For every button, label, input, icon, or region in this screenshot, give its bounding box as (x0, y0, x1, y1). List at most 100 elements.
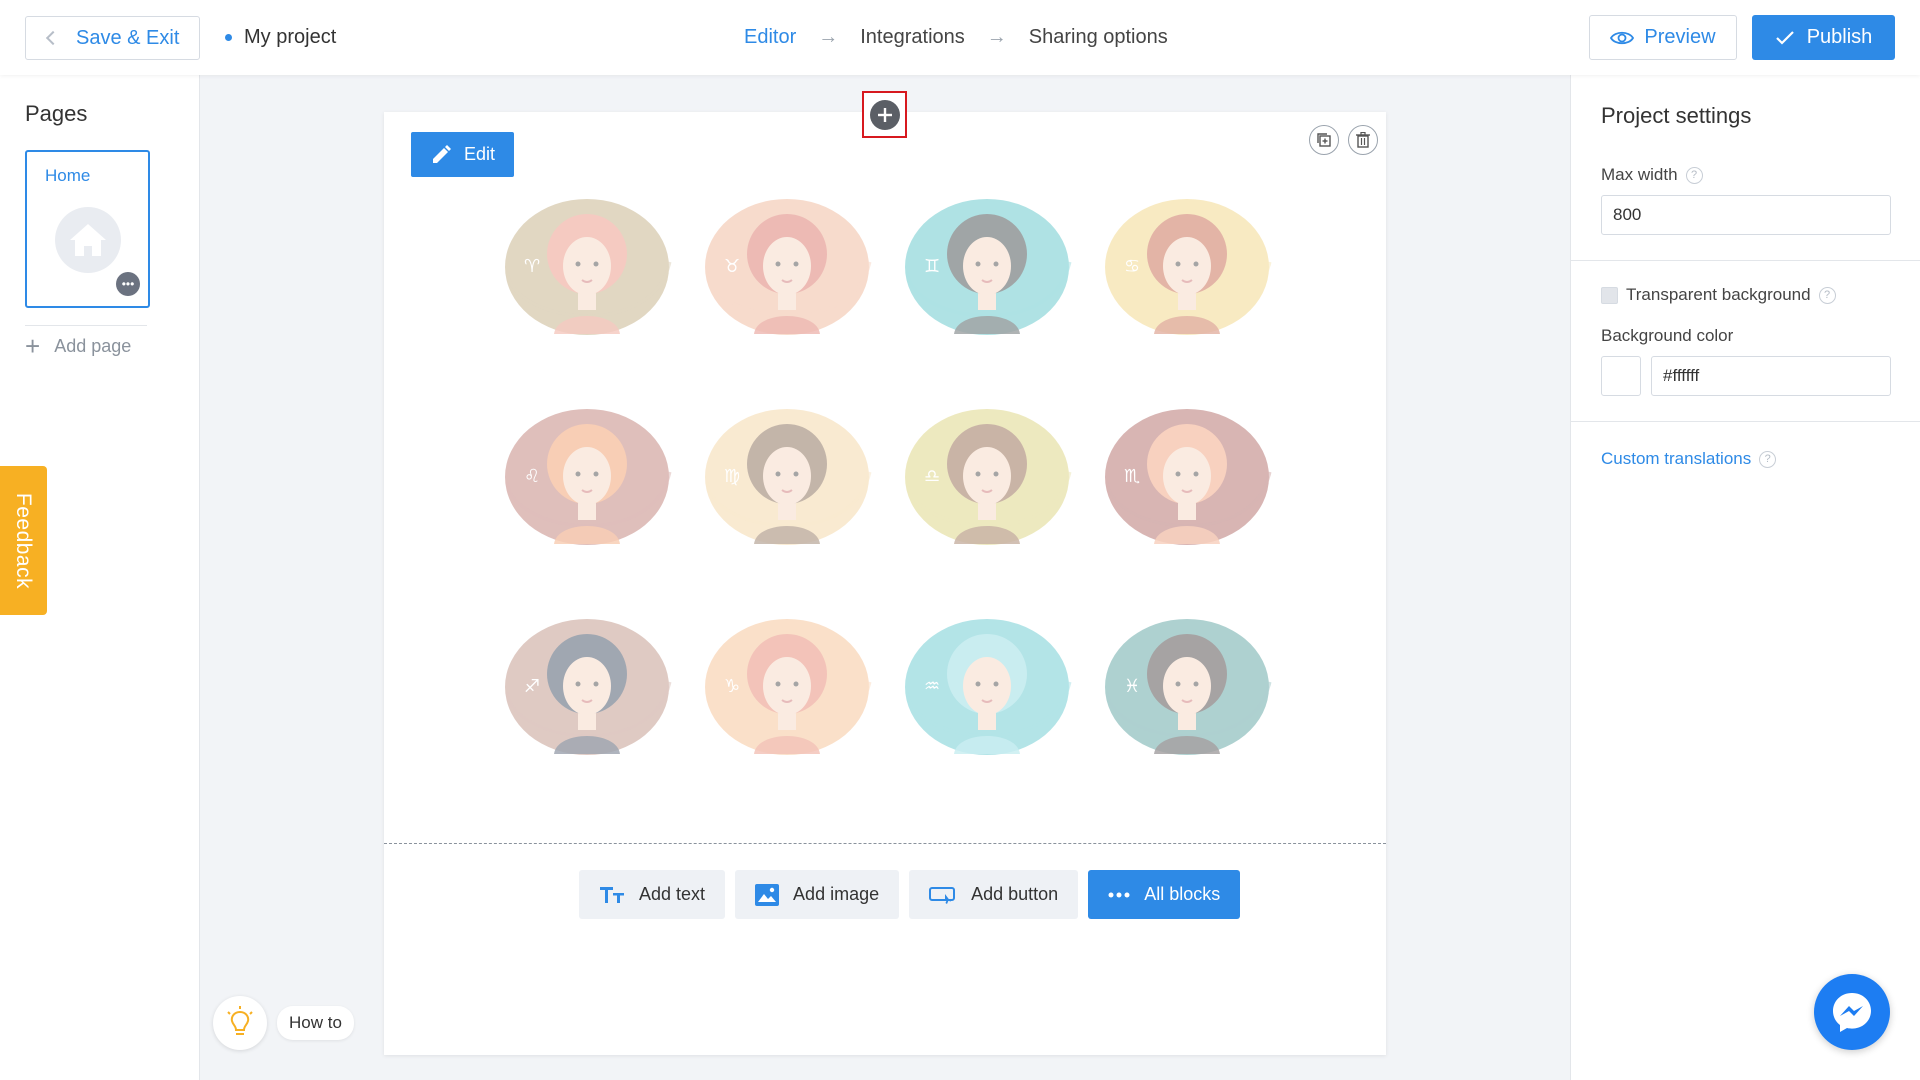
zodiac-illustration: ♈ (505, 199, 672, 335)
add-image-button[interactable]: Add image (735, 870, 900, 919)
zodiac-illustration: ♍ (705, 409, 872, 545)
edit-block-button[interactable]: Edit (411, 132, 514, 177)
page-more-button[interactable]: ••• (116, 272, 140, 296)
duplicate-block-button[interactable] (1309, 125, 1339, 155)
svg-text:♍: ♍ (724, 466, 740, 487)
zodiac-illustration: ♉ (705, 199, 872, 335)
add-text-label: Add text (639, 884, 706, 904)
step-sharing-options[interactable]: Sharing options (1029, 26, 1168, 49)
bg-color-swatch[interactable] (1601, 356, 1641, 396)
all-blocks-button[interactable]: All blocks (1088, 870, 1241, 919)
bg-color-label: Background color (1601, 326, 1733, 346)
zodiac-avatar-capricorn: ♑ (702, 612, 872, 782)
zodiac-avatar-libra: ♎ (902, 402, 1072, 572)
transparent-bg-option[interactable]: Transparent background ? (1601, 285, 1836, 305)
page-card-label: Home (45, 166, 91, 185)
zodiac-avatar-scorpio: ♏ (1102, 402, 1272, 572)
zodiac-illustration: ♐ (505, 619, 672, 755)
block-divider (384, 843, 1386, 844)
check-icon (1775, 30, 1794, 45)
save-exit-button[interactable]: Save & Exit (25, 16, 200, 60)
trash-icon (1356, 132, 1370, 148)
svg-text:♐: ♐ (524, 676, 540, 697)
step-navigation: Editor → Integrations → Sharing options (744, 26, 1168, 49)
transparent-bg-checkbox[interactable] (1601, 286, 1618, 304)
pages-title: Pages (25, 101, 88, 126)
more-dots-icon (1108, 892, 1130, 897)
feedback-label: Feedback (12, 492, 36, 589)
all-blocks-label: All blocks (1144, 884, 1221, 904)
zodiac-avatar-sagittarius: ♐ (502, 612, 672, 782)
help-icon[interactable]: ? (1759, 450, 1777, 468)
messenger-chat-button[interactable] (1814, 974, 1890, 1050)
add-button-button[interactable]: Add button (909, 870, 1079, 919)
edit-label: Edit (463, 144, 496, 164)
zodiac-illustration: ♏ (1105, 409, 1272, 545)
messenger-icon (1833, 993, 1871, 1032)
custom-translations-link[interactable]: Custom translations ? (1601, 449, 1777, 469)
lightbulb-icon[interactable] (213, 996, 267, 1050)
plus-icon: + (25, 331, 41, 361)
plus-circle-icon (869, 99, 900, 130)
zodiac-avatar-virgo: ♍ (702, 402, 872, 572)
delete-block-button[interactable] (1348, 125, 1378, 155)
preview-button[interactable]: Preview (1589, 15, 1737, 60)
unsaved-dot-icon (225, 34, 232, 41)
svg-text:♒: ♒ (924, 676, 940, 697)
add-block-toolbar: Add text Add image Add button All blocks (579, 870, 1241, 919)
chevron-left-icon (45, 30, 61, 46)
zodiac-avatar-pisces: ♓ (1102, 612, 1272, 782)
settings-divider (1571, 260, 1920, 261)
bg-color-input[interactable] (1651, 356, 1891, 396)
bg-color-label-text: Background color (1601, 326, 1734, 345)
svg-text:♌: ♌ (524, 466, 540, 487)
help-icon[interactable]: ? (1685, 166, 1703, 184)
save-exit-label: Save & Exit (76, 26, 180, 49)
zodiac-illustration: ♊ (905, 199, 1072, 335)
svg-text:♎: ♎ (924, 466, 940, 487)
max-width-input[interactable] (1601, 195, 1891, 235)
svg-text:♏: ♏ (1124, 466, 1140, 487)
custom-translations-label: Custom translations (1601, 449, 1752, 468)
max-width-label-text: Max width (1601, 165, 1678, 184)
svg-text:♓: ♓ (1124, 676, 1140, 697)
add-block-above-button[interactable] (862, 91, 907, 138)
button-icon (929, 886, 956, 904)
project-settings-title: Project settings (1601, 103, 1752, 128)
top-bar: Save & Exit My project Editor → Integrat… (0, 0, 1920, 75)
publish-button[interactable]: Publish (1752, 15, 1895, 60)
max-width-label: Max width ? (1601, 165, 1703, 185)
svg-text:♊: ♊ (924, 256, 940, 277)
step-integrations[interactable]: Integrations (860, 26, 965, 49)
zodiac-avatar-grid: ♈ ♉ ♊ ♋ ♌ ♍ ♎ ♏ ♐ ♑ ♒ ♓ (502, 192, 1272, 782)
home-icon (55, 207, 121, 273)
page-card-home[interactable]: Home ••• (25, 150, 150, 308)
zodiac-illustration: ♑ (705, 619, 872, 755)
image-icon (755, 883, 780, 906)
preview-label: Preview (1644, 26, 1716, 48)
how-to-label: How to (277, 1006, 354, 1040)
add-page-button[interactable]: + Add page (25, 331, 131, 362)
how-to-widget[interactable]: How to (213, 996, 354, 1050)
add-image-label: Add image (793, 884, 880, 904)
project-name[interactable]: My project (225, 26, 336, 49)
zodiac-illustration: ♎ (905, 409, 1072, 545)
svg-text:♋: ♋ (1124, 256, 1140, 277)
zodiac-avatar-leo: ♌ (502, 402, 672, 572)
step-editor[interactable]: Editor (744, 26, 796, 49)
project-settings-panel: Project settings Max width ? Transparent… (1570, 75, 1920, 1080)
pencil-icon (432, 144, 451, 163)
add-text-button[interactable]: Add text (579, 870, 726, 919)
settings-divider (1571, 421, 1920, 422)
svg-text:♑: ♑ (724, 676, 740, 697)
feedback-tab[interactable]: Feedback (0, 466, 47, 615)
help-icon[interactable]: ? (1818, 286, 1836, 304)
text-format-icon (600, 886, 624, 903)
arrow-right-icon: → (818, 26, 839, 48)
zodiac-illustration: ♓ (1105, 619, 1272, 755)
zodiac-illustration: ♋ (1105, 199, 1272, 335)
arrow-right-icon: → (986, 26, 1007, 48)
zodiac-avatar-aquarius: ♒ (902, 612, 1072, 782)
zodiac-avatar-cancer: ♋ (1102, 192, 1272, 362)
zodiac-avatar-aries: ♈ (502, 192, 672, 362)
